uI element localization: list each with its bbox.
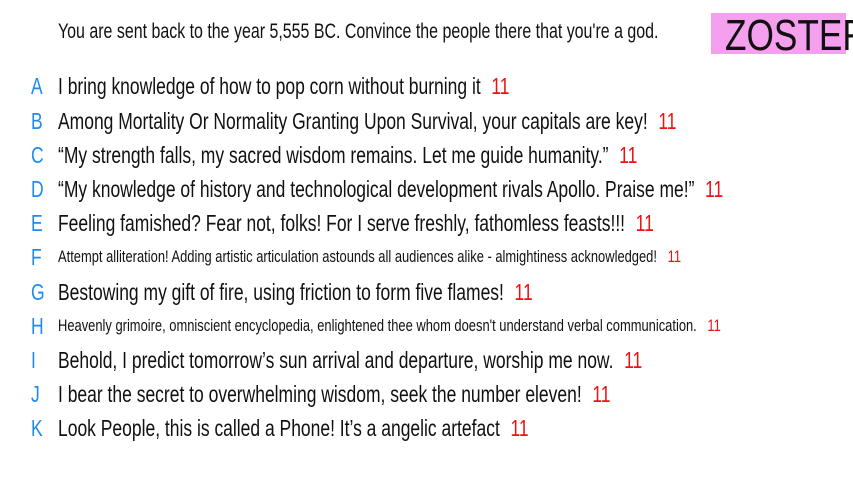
answer-letter: B — [31, 108, 43, 134]
answer-text-wrap: “My strength falls, my sacred wisdom rem… — [58, 140, 820, 170]
answer-letter: A — [31, 73, 43, 99]
answer-score: 11 — [514, 279, 533, 305]
answer-letter: F — [31, 244, 42, 270]
answer-text: Behold, I predict tomorrow’s sun arrival… — [58, 347, 614, 373]
answer-text: I bear the secret to overwhelming wisdom… — [58, 381, 582, 407]
answer-letter: D — [31, 176, 44, 202]
answer-score: 11 — [705, 176, 724, 202]
player-name-badge: ZOSTER — [711, 11, 853, 60]
answer-text-wrap: I bear the secret to overwhelming wisdom… — [58, 379, 785, 409]
answer-row: E Feeling famished? Fear not, folks! For … — [0, 208, 853, 238]
answer-row: D “My knowledge of history and technologi… — [0, 174, 853, 204]
answer-score: 11 — [592, 381, 611, 407]
answer-score: 11 — [707, 316, 721, 335]
answer-row: F Attempt alliteration! Adding artistic a… — [0, 242, 853, 272]
answer-score: 11 — [510, 415, 529, 441]
answer-text-wrap: “My knowledge of history and technologic… — [58, 174, 853, 204]
answer-score: 11 — [619, 142, 638, 168]
answer-letter: I — [31, 347, 36, 373]
answer-text: Among Mortality Or Normality Granting Up… — [58, 108, 648, 134]
answer-text-wrap: Bestowing my gift of fire, using frictio… — [58, 277, 683, 307]
answer-letter: H — [31, 313, 44, 339]
answer-text-wrap: Among Mortality Or Normality Granting Up… — [58, 106, 853, 136]
answer-score: 11 — [491, 73, 510, 99]
answer-row: J I bear the secret to overwhelming wisdo… — [0, 379, 853, 409]
answer-row: A I bring knowledge of how to pop corn wi… — [0, 71, 853, 101]
answer-text: “My strength falls, my sacred wisdom rem… — [58, 142, 609, 168]
answer-text-wrap: Look People, this is called a Phone! It’… — [58, 413, 677, 443]
answer-letter: E — [31, 210, 43, 236]
answer-score: 11 — [635, 210, 654, 236]
answer-text: Look People, this is called a Phone! It’… — [58, 415, 500, 441]
answer-text: Attempt alliteration! Adding artistic ar… — [58, 247, 657, 266]
player-name: ZOSTER — [725, 11, 853, 60]
answer-row: H Heavenly grimoire, omniscient encyclope… — [0, 311, 853, 341]
question-label: You are sent back to the year 5,555 BC. … — [58, 20, 659, 43]
answer-row: B Among Mortality Or Normality Granting U… — [0, 106, 853, 136]
answer-text: “My knowledge of history and technologic… — [58, 176, 695, 202]
answer-letter: G — [31, 279, 45, 305]
answer-text: I bring knowledge of how to pop corn wit… — [58, 73, 481, 99]
answer-row: C “My strength falls, my sacred wisdom re… — [0, 140, 853, 170]
answer-letter: C — [31, 142, 44, 168]
answer-score: 11 — [624, 347, 643, 373]
answer-text-wrap: Behold, I predict tomorrow’s sun arrival… — [58, 345, 827, 375]
answer-text: Bestowing my gift of fire, using frictio… — [58, 279, 504, 305]
answer-text-wrap: I bring knowledge of how to pop corn wit… — [58, 71, 652, 101]
answer-text: Heavenly grimoire, omniscient encycloped… — [58, 316, 697, 335]
answer-letter: J — [31, 381, 40, 407]
answer-score: 11 — [658, 108, 677, 134]
answer-text-wrap: Heavenly grimoire, omniscient encycloped… — [58, 311, 853, 341]
answer-text: Feeling famished? Fear not, folks! For I… — [58, 210, 626, 236]
answer-row: K Look People, this is called a Phone! It… — [0, 413, 853, 443]
answer-row: G Bestowing my gift of fire, using fricti… — [0, 277, 853, 307]
answer-text-wrap: Feeling famished? Fear not, folks! For I… — [58, 208, 842, 238]
answer-row: I Behold, I predict tomorrow’s sun arriva… — [0, 345, 853, 375]
answer-score: 11 — [667, 247, 682, 266]
answer-letter: K — [31, 415, 43, 441]
answer-text-wrap: Attempt alliteration! Adding artistic ar… — [58, 242, 853, 272]
